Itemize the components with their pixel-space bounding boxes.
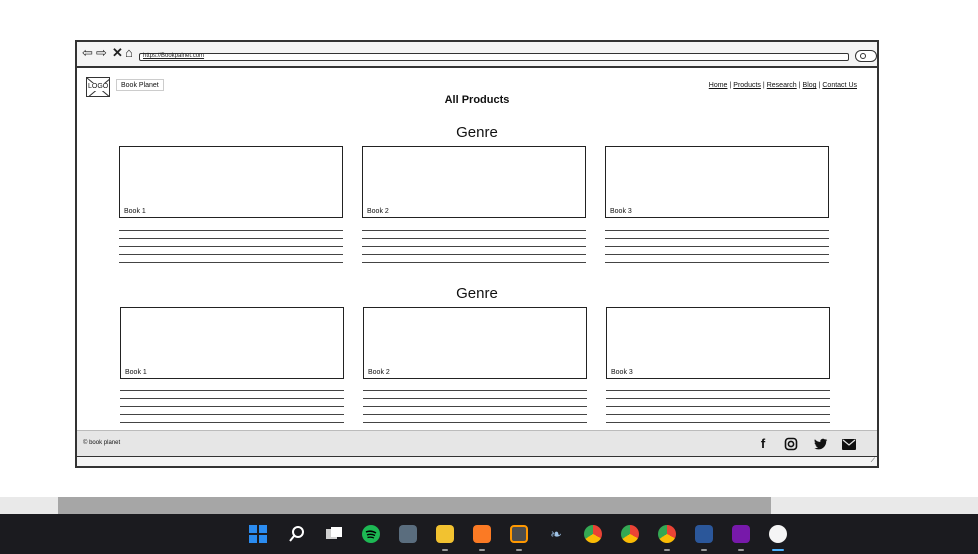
browser-window-mockup: ⇦ ⇨ ✕ ⌂ https://Bookpalnet.com LOGO Book… <box>75 40 879 468</box>
search-icon[interactable] <box>288 525 306 543</box>
book-description-lines <box>120 390 344 430</box>
running-indicator <box>701 549 707 551</box>
running-indicator <box>479 549 485 551</box>
emoji-icon[interactable] <box>769 525 787 543</box>
windows-start-icon[interactable] <box>249 525 267 543</box>
search-icon <box>860 53 866 59</box>
book-title: Book 3 <box>610 208 632 215</box>
brand-name: Book Planet <box>116 79 164 91</box>
nav-link-blog[interactable]: Blog <box>803 82 817 89</box>
book-description-lines <box>606 390 830 430</box>
nav-link-products[interactable]: Products <box>733 82 761 89</box>
scrollbar-thumb[interactable] <box>58 497 771 514</box>
nav-link-contact-us[interactable]: Contact Us <box>822 82 857 89</box>
horizontal-scrollbar[interactable] <box>0 497 978 514</box>
spotify-icon[interactable] <box>362 525 380 543</box>
book-card[interactable]: Book 2 <box>363 307 587 379</box>
running-indicator <box>516 549 522 551</box>
chrome-dev-icon[interactable] <box>584 525 602 543</box>
book-description-lines <box>363 390 587 430</box>
book-card[interactable]: Book 1 <box>119 146 343 218</box>
genre-heading: Genre <box>456 124 498 141</box>
running-indicator <box>664 549 670 551</box>
xampp-icon[interactable] <box>473 525 491 543</box>
facebook-icon[interactable]: f <box>755 436 771 452</box>
instagram-icon[interactable] <box>783 436 799 452</box>
sublime-text-icon[interactable] <box>510 525 528 543</box>
back-arrow-icon[interactable]: ⇦ <box>82 46 93 60</box>
onenote-icon[interactable] <box>732 525 750 543</box>
book-description-lines <box>362 230 586 270</box>
resize-grip-icon[interactable]: ⟋ <box>871 458 875 465</box>
book-title: Book 3 <box>611 369 633 376</box>
book-card[interactable]: Book 2 <box>362 146 586 218</box>
book-card[interactable]: Book 3 <box>606 307 830 379</box>
forward-arrow-icon[interactable]: ⇨ <box>96 46 107 60</box>
twitter-icon[interactable] <box>813 436 829 452</box>
task-view-icon[interactable] <box>325 525 343 543</box>
mysql-workbench-icon[interactable]: ❧ <box>547 525 565 543</box>
book-description-lines <box>605 230 829 270</box>
book-description-lines <box>119 230 343 270</box>
book-title: Book 2 <box>368 369 390 376</box>
email-icon[interactable] <box>841 436 857 452</box>
nav-link-research[interactable]: Research <box>767 82 797 89</box>
browser-status-bar: ⟋ <box>77 456 877 466</box>
file-explorer-icon[interactable] <box>436 525 454 543</box>
book-title: Book 2 <box>367 208 389 215</box>
home-icon[interactable]: ⌂ <box>125 46 133 60</box>
running-indicator <box>442 549 448 551</box>
copyright-text: © book planet <box>83 440 121 446</box>
url-input[interactable]: https://Bookpalnet.com <box>139 53 849 61</box>
close-icon[interactable]: ✕ <box>112 46 123 60</box>
book-card[interactable]: Book 1 <box>120 307 344 379</box>
page-footer: © book planet f <box>77 430 877 456</box>
running-indicator <box>738 549 744 551</box>
nav-link-home[interactable]: Home <box>709 82 728 89</box>
search-button[interactable] <box>855 50 877 62</box>
book-title: Book 1 <box>125 369 147 376</box>
genre-heading: Genre <box>456 285 498 302</box>
chrome-icon[interactable] <box>621 525 639 543</box>
book-title: Book 1 <box>124 208 146 215</box>
windows-taskbar: ❧ <box>0 514 978 554</box>
recycle-bin-icon[interactable] <box>399 525 417 543</box>
book-card[interactable]: Book 3 <box>605 146 829 218</box>
word-icon[interactable] <box>695 525 713 543</box>
browser-toolbar: ⇦ ⇨ ✕ ⌂ https://Bookpalnet.com <box>77 42 877 68</box>
active-app-indicator <box>772 549 784 551</box>
page-title: All Products <box>444 94 510 106</box>
top-navigation: Home | Products | Research | Blog | Contact Us <box>708 82 857 89</box>
chrome-profile-icon[interactable] <box>658 525 676 543</box>
logo-text: LOGO <box>88 83 109 91</box>
